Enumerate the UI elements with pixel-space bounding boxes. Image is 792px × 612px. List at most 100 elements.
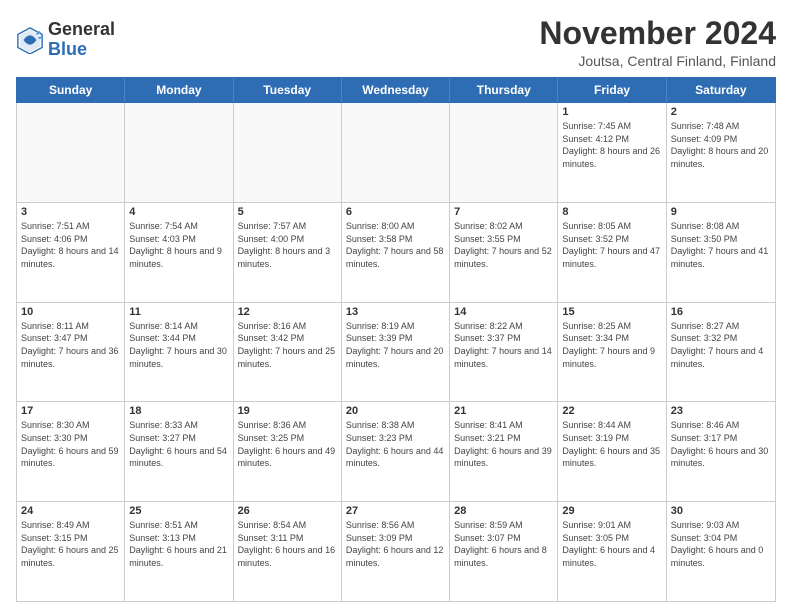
day-number: 11 <box>129 306 228 318</box>
cal-cell-empty <box>342 103 450 202</box>
main-title: November 2024 <box>539 16 776 51</box>
day-number: 3 <box>21 206 120 218</box>
header-tuesday: Tuesday <box>234 78 342 102</box>
cal-cell-day-12: 12 Sunrise: 8:16 AM Sunset: 3:42 PM Dayli… <box>234 303 342 402</box>
header: General Blue November 2024 Joutsa, Centr… <box>16 16 776 69</box>
cal-cell-day-29: 29Sunrise: 9:01 AM Sunset: 3:05 PM Dayli… <box>558 502 666 601</box>
cal-cell-day-8: 8 Sunrise: 8:05 AM Sunset: 3:52 PM Daylig… <box>558 203 666 302</box>
day-info: Sunrise: 8:19 AM Sunset: 3:39 PM Dayligh… <box>346 320 445 370</box>
title-block: November 2024 Joutsa, Central Finland, F… <box>539 16 776 69</box>
day-number: 13 <box>346 306 445 318</box>
day-info: Sunrise: 8:38 AM Sunset: 3:23 PM Dayligh… <box>346 419 445 469</box>
header-friday: Friday <box>558 78 666 102</box>
day-info: Sunrise: 9:01 AM Sunset: 3:05 PM Dayligh… <box>562 519 661 569</box>
cal-cell-day-30: 30Sunrise: 9:03 AM Sunset: 3:04 PM Dayli… <box>667 502 775 601</box>
cal-cell-day-7: 7Sunrise: 8:02 AM Sunset: 3:55 PM Daylig… <box>450 203 558 302</box>
cal-cell-day-14: 14 Sunrise: 8:22 AM Sunset: 3:37 PM Dayli… <box>450 303 558 402</box>
day-number: 1 <box>562 106 661 118</box>
cal-cell-day-18: 18 Sunrise: 8:33 AM Sunset: 3:27 PM Dayli… <box>125 402 233 501</box>
cal-row-3: 17 Sunrise: 8:30 AM Sunset: 3:30 PM Dayli… <box>17 402 775 502</box>
day-info: Sunrise: 7:48 AM Sunset: 4:09 PM Dayligh… <box>671 120 771 170</box>
day-info: Sunrise: 8:51 AM Sunset: 3:13 PM Dayligh… <box>129 519 228 569</box>
cal-cell-day-21: 21 Sunrise: 8:41 AM Sunset: 3:21 PM Dayli… <box>450 402 558 501</box>
day-info: Sunrise: 8:27 AM Sunset: 3:32 PM Dayligh… <box>671 320 771 370</box>
day-info: Sunrise: 7:51 AM Sunset: 4:06 PM Dayligh… <box>21 220 120 270</box>
day-number: 27 <box>346 505 445 517</box>
cal-cell-day-1: 1 Sunrise: 7:45 AM Sunset: 4:12 PM Daylig… <box>558 103 666 202</box>
day-number: 16 <box>671 306 771 318</box>
cal-cell-day-11: 11 Sunrise: 8:14 AM Sunset: 3:44 PM Dayli… <box>125 303 233 402</box>
day-info: Sunrise: 8:11 AM Sunset: 3:47 PM Dayligh… <box>21 320 120 370</box>
page: General Blue November 2024 Joutsa, Centr… <box>0 0 792 612</box>
cal-cell-day-17: 17 Sunrise: 8:30 AM Sunset: 3:30 PM Dayli… <box>17 402 125 501</box>
logo-general-text: General <box>48 20 115 40</box>
day-number: 25 <box>129 505 228 517</box>
cal-cell-day-22: 22Sunrise: 8:44 AM Sunset: 3:19 PM Dayli… <box>558 402 666 501</box>
logo-icon <box>16 26 44 54</box>
calendar-body: 1 Sunrise: 7:45 AM Sunset: 4:12 PM Daylig… <box>16 103 776 602</box>
logo-text: General Blue <box>48 20 115 60</box>
cal-cell-day-28: 28Sunrise: 8:59 AM Sunset: 3:07 PM Dayli… <box>450 502 558 601</box>
cal-cell-day-10: 10Sunrise: 8:11 AM Sunset: 3:47 PM Dayli… <box>17 303 125 402</box>
day-number: 4 <box>129 206 228 218</box>
cal-cell-day-25: 25 Sunrise: 8:51 AM Sunset: 3:13 PM Dayli… <box>125 502 233 601</box>
day-number: 21 <box>454 405 553 417</box>
day-number: 12 <box>238 306 337 318</box>
day-info: Sunrise: 8:41 AM Sunset: 3:21 PM Dayligh… <box>454 419 553 469</box>
day-info: Sunrise: 8:30 AM Sunset: 3:30 PM Dayligh… <box>21 419 120 469</box>
day-info: Sunrise: 9:03 AM Sunset: 3:04 PM Dayligh… <box>671 519 771 569</box>
day-number: 14 <box>454 306 553 318</box>
day-number: 19 <box>238 405 337 417</box>
day-info: Sunrise: 8:14 AM Sunset: 3:44 PM Dayligh… <box>129 320 228 370</box>
cal-row-2: 10Sunrise: 8:11 AM Sunset: 3:47 PM Dayli… <box>17 303 775 403</box>
cal-cell-day-6: 6 Sunrise: 8:00 AM Sunset: 3:58 PM Daylig… <box>342 203 450 302</box>
day-info: Sunrise: 8:54 AM Sunset: 3:11 PM Dayligh… <box>238 519 337 569</box>
day-number: 8 <box>562 206 661 218</box>
header-sunday: Sunday <box>17 78 125 102</box>
day-number: 17 <box>21 405 120 417</box>
day-number: 20 <box>346 405 445 417</box>
cal-cell-day-15: 15Sunrise: 8:25 AM Sunset: 3:34 PM Dayli… <box>558 303 666 402</box>
day-info: Sunrise: 8:16 AM Sunset: 3:42 PM Dayligh… <box>238 320 337 370</box>
cal-cell-empty <box>125 103 233 202</box>
day-info: Sunrise: 8:46 AM Sunset: 3:17 PM Dayligh… <box>671 419 771 469</box>
day-info: Sunrise: 8:44 AM Sunset: 3:19 PM Dayligh… <box>562 419 661 469</box>
day-number: 28 <box>454 505 553 517</box>
cal-row-4: 24 Sunrise: 8:49 AM Sunset: 3:15 PM Dayli… <box>17 502 775 601</box>
day-info: Sunrise: 7:45 AM Sunset: 4:12 PM Dayligh… <box>562 120 661 170</box>
day-info: Sunrise: 8:05 AM Sunset: 3:52 PM Dayligh… <box>562 220 661 270</box>
day-number: 24 <box>21 505 120 517</box>
day-number: 15 <box>562 306 661 318</box>
logo: General Blue <box>16 20 115 60</box>
cal-cell-empty <box>450 103 558 202</box>
day-number: 5 <box>238 206 337 218</box>
day-number: 18 <box>129 405 228 417</box>
cal-cell-day-2: 2 Sunrise: 7:48 AM Sunset: 4:09 PM Daylig… <box>667 103 775 202</box>
day-info: Sunrise: 8:56 AM Sunset: 3:09 PM Dayligh… <box>346 519 445 569</box>
cal-cell-day-3: 3 Sunrise: 7:51 AM Sunset: 4:06 PM Daylig… <box>17 203 125 302</box>
header-thursday: Thursday <box>450 78 558 102</box>
day-info: Sunrise: 8:22 AM Sunset: 3:37 PM Dayligh… <box>454 320 553 370</box>
day-info: Sunrise: 8:00 AM Sunset: 3:58 PM Dayligh… <box>346 220 445 270</box>
day-info: Sunrise: 8:33 AM Sunset: 3:27 PM Dayligh… <box>129 419 228 469</box>
header-monday: Monday <box>125 78 233 102</box>
day-number: 9 <box>671 206 771 218</box>
day-info: Sunrise: 8:36 AM Sunset: 3:25 PM Dayligh… <box>238 419 337 469</box>
cal-cell-day-4: 4 Sunrise: 7:54 AM Sunset: 4:03 PM Daylig… <box>125 203 233 302</box>
day-number: 6 <box>346 206 445 218</box>
cal-cell-day-9: 9Sunrise: 8:08 AM Sunset: 3:50 PM Daylig… <box>667 203 775 302</box>
day-number: 2 <box>671 106 771 118</box>
cal-cell-empty <box>234 103 342 202</box>
day-info: Sunrise: 8:49 AM Sunset: 3:15 PM Dayligh… <box>21 519 120 569</box>
cal-cell-day-24: 24 Sunrise: 8:49 AM Sunset: 3:15 PM Dayli… <box>17 502 125 601</box>
cal-cell-day-19: 19 Sunrise: 8:36 AM Sunset: 3:25 PM Dayli… <box>234 402 342 501</box>
day-info: Sunrise: 7:54 AM Sunset: 4:03 PM Dayligh… <box>129 220 228 270</box>
day-number: 23 <box>671 405 771 417</box>
calendar-header: Sunday Monday Tuesday Wednesday Thursday… <box>17 78 775 102</box>
calendar-header-wrapper: Sunday Monday Tuesday Wednesday Thursday… <box>16 77 776 103</box>
cal-cell-day-26: 26Sunrise: 8:54 AM Sunset: 3:11 PM Dayli… <box>234 502 342 601</box>
cal-cell-day-23: 23 Sunrise: 8:46 AM Sunset: 3:17 PM Dayli… <box>667 402 775 501</box>
day-info: Sunrise: 7:57 AM Sunset: 4:00 PM Dayligh… <box>238 220 337 270</box>
cal-row-1: 3 Sunrise: 7:51 AM Sunset: 4:06 PM Daylig… <box>17 203 775 303</box>
cal-cell-day-5: 5 Sunrise: 7:57 AM Sunset: 4:00 PM Daylig… <box>234 203 342 302</box>
